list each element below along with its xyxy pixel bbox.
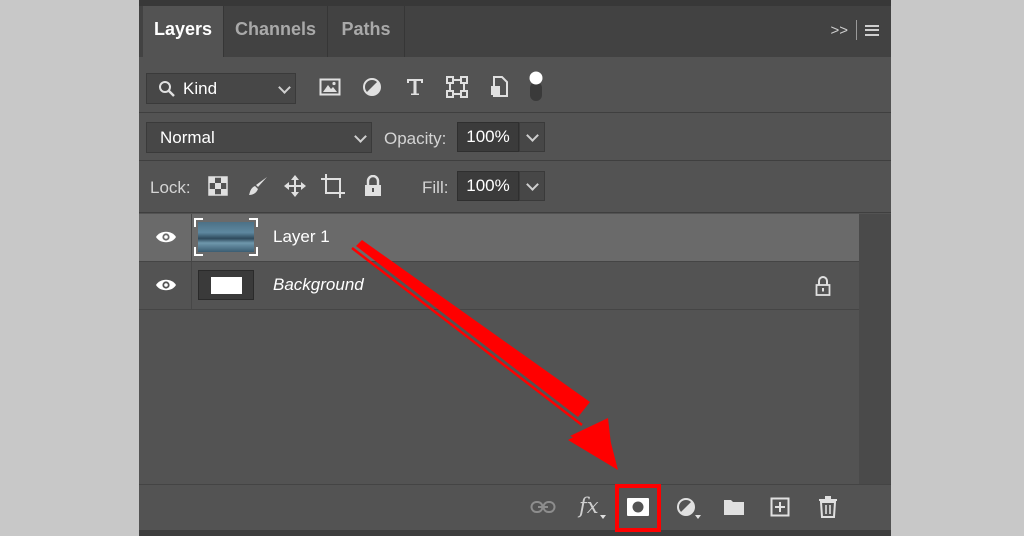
panel-menu-icon[interactable] xyxy=(865,24,879,36)
search-icon xyxy=(159,81,175,97)
layers-panel: Layers Channels Paths >> Kind Normal Opa… xyxy=(139,0,891,536)
layer-visibility-toggle[interactable] xyxy=(139,262,191,309)
new-layer-icon[interactable] xyxy=(770,497,790,517)
layer-name[interactable]: Layer 1 xyxy=(273,227,330,247)
type-layer-filter-icon[interactable] xyxy=(405,77,425,97)
tab-channels[interactable]: Channels xyxy=(224,6,327,57)
filter-kind-label: Kind xyxy=(183,79,218,98)
add-layer-mask-highlight xyxy=(615,484,661,532)
layer-row-background[interactable]: Background xyxy=(139,262,859,309)
lock-artboard-icon[interactable] xyxy=(321,174,345,198)
chevron-down-icon xyxy=(526,178,539,191)
tab-paths[interactable]: Paths xyxy=(328,6,404,57)
lock-image-pixels-icon[interactable] xyxy=(247,175,269,197)
lock-label: Lock: xyxy=(150,178,191,197)
layers-bottom-toolbar: fx xyxy=(139,484,891,531)
fill-slider-button[interactable] xyxy=(519,171,545,201)
fill-input[interactable]: 100% xyxy=(457,171,519,201)
adjustment-layer-filter-icon[interactable] xyxy=(362,77,382,97)
layer-thumbnail[interactable] xyxy=(198,270,254,300)
lock-icon xyxy=(815,276,831,296)
delete-layer-icon[interactable] xyxy=(819,496,837,518)
filter-kind-dropdown[interactable]: Kind xyxy=(146,73,296,104)
lock-all-icon[interactable] xyxy=(364,175,382,197)
opacity-input[interactable]: 100% xyxy=(457,122,519,152)
fill-label: Fill: xyxy=(422,178,449,197)
layer-row-layer-1[interactable]: Layer 1 xyxy=(139,214,859,261)
chevron-down-icon xyxy=(354,130,367,143)
new-group-icon[interactable] xyxy=(723,498,745,516)
pixel-layer-filter-icon[interactable] xyxy=(319,77,341,97)
panel-tab-bar: Layers Channels Paths >> xyxy=(139,0,891,57)
chevron-down-icon xyxy=(278,81,291,94)
new-fill-adjustment-layer-icon[interactable] xyxy=(676,497,702,519)
expand-panel-button[interactable]: >> xyxy=(830,22,848,39)
eye-icon xyxy=(156,279,176,291)
lock-transparent-pixels-icon[interactable] xyxy=(208,176,228,196)
link-layers-icon[interactable] xyxy=(530,499,556,515)
add-layer-style-button[interactable]: fx xyxy=(579,494,599,518)
chevron-down-icon xyxy=(526,129,539,142)
tab-layers[interactable]: Layers xyxy=(143,6,223,57)
opacity-slider-button[interactable] xyxy=(519,122,545,152)
lock-position-icon[interactable] xyxy=(284,175,306,197)
blend-mode-dropdown[interactable]: Normal xyxy=(146,122,372,153)
panel-menu-area: >> xyxy=(830,18,879,42)
layers-scrollbar[interactable] xyxy=(859,214,891,484)
selection-corner-icon xyxy=(194,218,258,256)
layer-visibility-toggle[interactable] xyxy=(139,214,191,261)
eye-icon xyxy=(156,231,176,243)
layer-name[interactable]: Background xyxy=(273,275,364,295)
filter-toggle-icon[interactable] xyxy=(528,70,544,102)
smart-object-filter-icon[interactable] xyxy=(490,76,510,98)
blend-mode-value: Normal xyxy=(160,128,215,147)
shape-layer-filter-icon[interactable] xyxy=(446,76,468,98)
opacity-label: Opacity: xyxy=(384,129,447,148)
dropdown-triangle-icon xyxy=(600,515,606,519)
